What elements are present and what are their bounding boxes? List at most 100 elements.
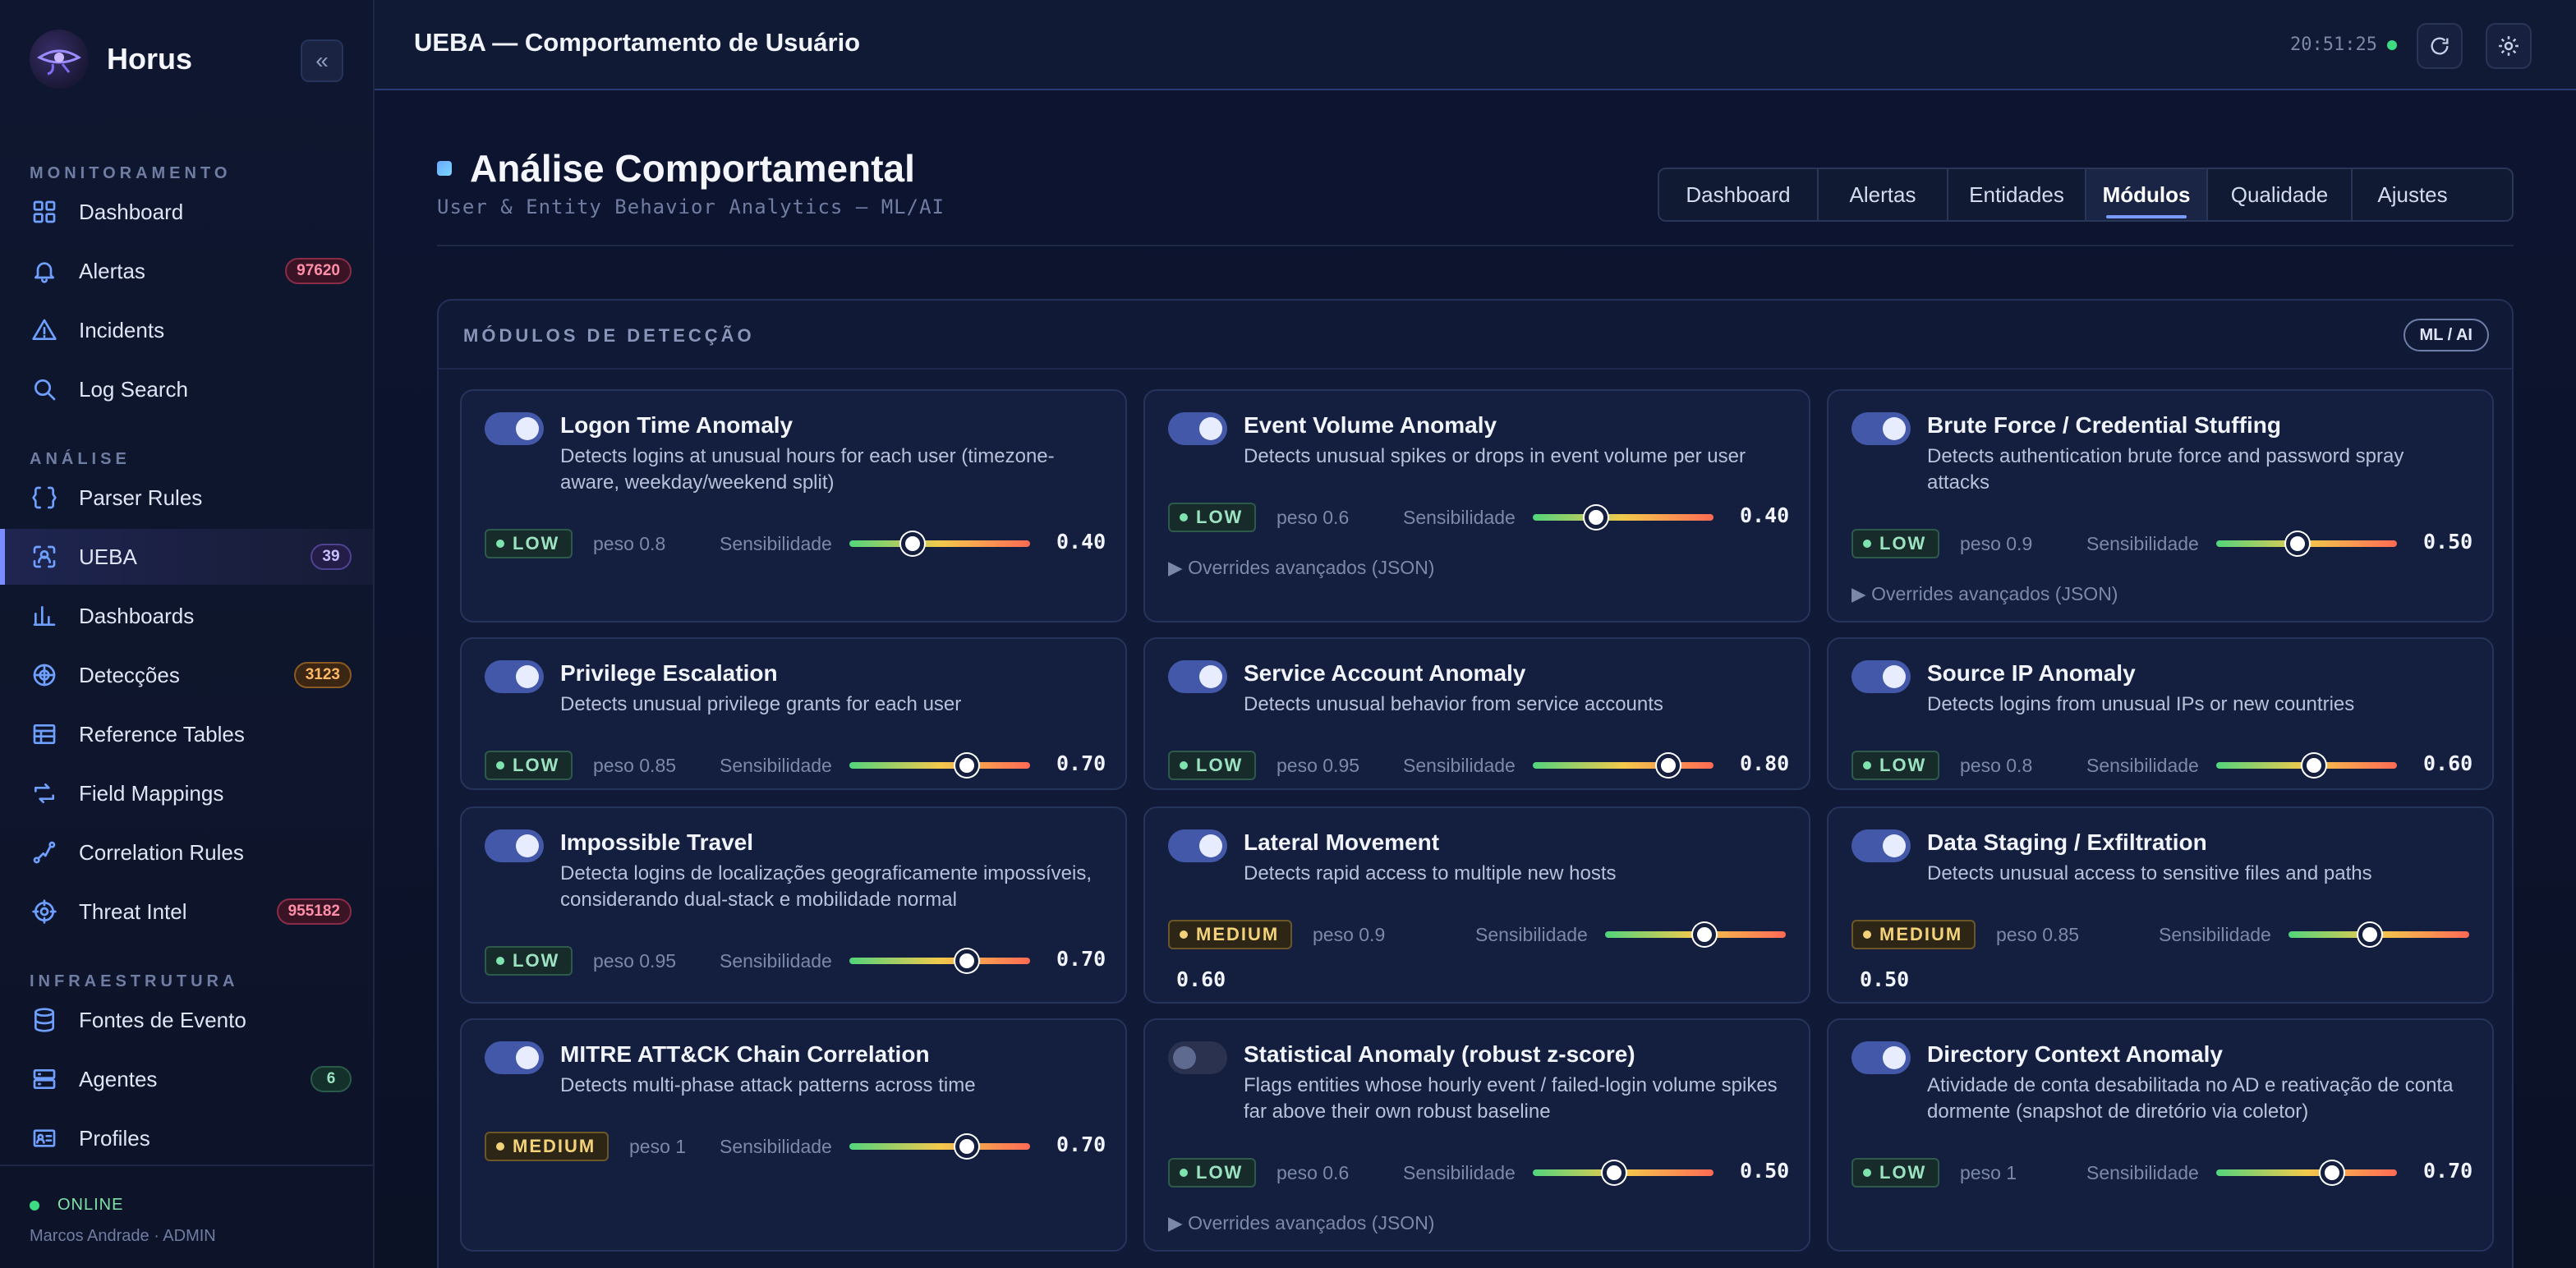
sidebar-item-ueba[interactable]: UEBA 39 xyxy=(0,529,373,585)
severity-badge: LOW xyxy=(1852,1158,1940,1188)
sidebar-section-analise: ANÁLISE xyxy=(30,450,131,468)
sidebar-section-infraestrutura: INFRAESTRUTURA xyxy=(30,972,239,990)
slider-thumb[interactable] xyxy=(2358,923,2381,946)
sensitivity-value: 0.60 xyxy=(1176,967,1226,991)
slider-thumb[interactable] xyxy=(2320,1161,2344,1184)
module-toggle[interactable] xyxy=(485,660,544,693)
sidebar-item-incidents[interactable]: Incidents xyxy=(0,302,373,358)
module-toggle[interactable] xyxy=(1168,829,1227,862)
severity-badge: MEDIUM xyxy=(1168,920,1293,949)
sensitivity-slider[interactable] xyxy=(2288,923,2469,946)
sensitivity-label: Sensibilidade xyxy=(720,950,832,972)
sidebar-item-threat-intel[interactable]: Threat Intel 955182 xyxy=(0,884,373,940)
sidebar-item-field-mappings[interactable]: Field Mappings xyxy=(0,765,373,821)
sidebar-item-alertas[interactable]: Alertas 97620 xyxy=(0,243,373,299)
severity-label: LOW xyxy=(1879,533,1927,554)
sidebar-item-parser-rules[interactable]: Parser Rules xyxy=(0,470,373,526)
sidebar-item-dashboard[interactable]: Dashboard xyxy=(0,184,373,240)
toggle-knob xyxy=(516,665,539,688)
sidebar-item-label: Log Search xyxy=(79,376,188,402)
severity-badge: LOW xyxy=(485,529,573,558)
slider-thumb[interactable] xyxy=(2286,532,2309,555)
sensitivity-slider[interactable] xyxy=(849,532,1030,555)
sensitivity-label: Sensibilidade xyxy=(2086,533,2199,554)
severity-badge: LOW xyxy=(485,751,573,780)
module-toggle[interactable] xyxy=(485,1041,544,1074)
sensitivity-slider[interactable] xyxy=(849,1135,1030,1158)
sensitivity-slider[interactable] xyxy=(1605,923,1786,946)
severity-dot xyxy=(1180,761,1188,770)
slider-thumb[interactable] xyxy=(955,754,978,777)
tab-qualidade[interactable]: Qualidade xyxy=(2208,169,2353,220)
tab-dashboard[interactable]: Dashboard xyxy=(1659,169,1819,220)
advanced-overrides-toggle[interactable]: ▶ Overrides avançados (JSON) xyxy=(1168,1212,1434,1234)
module-toggle[interactable] xyxy=(1852,412,1911,445)
tab-entidades[interactable]: Entidades xyxy=(1948,169,2086,220)
module-toggle[interactable] xyxy=(485,829,544,862)
advanced-overrides-toggle[interactable]: ▶ Overrides avançados (JSON) xyxy=(1168,557,1434,579)
page-tabs: Dashboard Alertas Entidades Módulos Qualidad… xyxy=(1658,168,2514,222)
table-icon xyxy=(30,719,59,749)
severity-label: LOW xyxy=(1196,507,1244,527)
slider-thumb[interactable] xyxy=(901,532,924,555)
slider-thumb[interactable] xyxy=(1585,506,1608,529)
sidebar-item-correlation-rules[interactable]: Correlation Rules xyxy=(0,825,373,880)
collapse-sidebar-button[interactable]: « xyxy=(301,39,343,82)
sensitivity-label: Sensibilidade xyxy=(1403,755,1516,776)
slider-thumb[interactable] xyxy=(955,1135,978,1158)
sensitivity-slider[interactable] xyxy=(2216,532,2397,555)
severity-label: LOW xyxy=(513,950,560,971)
sidebar-item-agentes[interactable]: Agentes 6 xyxy=(0,1051,373,1107)
sidebar-item-label: Alertas xyxy=(79,258,145,283)
sensitivity-slider[interactable] xyxy=(1533,1161,1714,1184)
module-title: Directory Context Anomaly xyxy=(1927,1041,2223,1067)
sidebar-item-fontes-de-evento[interactable]: Fontes de Evento xyxy=(0,992,373,1048)
tab-ajustes[interactable]: Ajustes xyxy=(2353,169,2472,220)
radar-icon xyxy=(30,660,59,690)
sensitivity-slider[interactable] xyxy=(1533,506,1714,529)
topbar: UEBA — Comportamento de Usuário 20:51:25 xyxy=(375,0,2576,90)
module-toggle[interactable] xyxy=(1168,660,1227,693)
sidebar-item-label: Reference Tables xyxy=(79,721,245,747)
count-badge: 955182 xyxy=(276,898,352,925)
severity-label: LOW xyxy=(513,755,560,775)
severity-dot xyxy=(1863,1169,1871,1177)
sidebar-item-deteccoes[interactable]: Detecções 3123 xyxy=(0,647,373,703)
slider-thumb[interactable] xyxy=(1603,1161,1626,1184)
sensitivity-value: 0.80 xyxy=(1740,751,1790,775)
severity-badge: LOW xyxy=(1852,751,1940,780)
module-title: Source IP Anomaly xyxy=(1927,660,2136,686)
severity-badge: LOW xyxy=(1168,503,1257,532)
severity-label: LOW xyxy=(1879,755,1927,775)
sidebar-item-reference-tables[interactable]: Reference Tables xyxy=(0,706,373,762)
refresh-button[interactable] xyxy=(2417,23,2463,69)
sidebar-item-dashboards[interactable]: Dashboards xyxy=(0,588,373,644)
slider-thumb[interactable] xyxy=(1657,754,1680,777)
tab-modulos[interactable]: Módulos xyxy=(2086,169,2208,220)
module-toggle[interactable] xyxy=(485,412,544,445)
sensitivity-slider[interactable] xyxy=(2216,1161,2397,1184)
slider-thumb[interactable] xyxy=(2302,754,2325,777)
sidebar-item-profiles[interactable]: Profiles xyxy=(0,1110,373,1166)
module-card-brute-force-credential-stuffing: Brute Force / Credential Stuffing Detect… xyxy=(1827,389,2494,623)
settings-button[interactable] xyxy=(2486,23,2532,69)
module-weight: peso 1 xyxy=(629,1136,687,1157)
sensitivity-slider[interactable] xyxy=(1533,754,1714,777)
module-toggle[interactable] xyxy=(1168,1041,1227,1074)
slider-thumb[interactable] xyxy=(1693,923,1716,946)
slider-thumb[interactable] xyxy=(955,949,978,972)
sensitivity-slider[interactable] xyxy=(849,754,1030,777)
sensitivity-slider[interactable] xyxy=(2216,754,2397,777)
brand[interactable]: Horus xyxy=(30,30,192,89)
module-toggle[interactable] xyxy=(1168,412,1227,445)
sensitivity-slider[interactable] xyxy=(849,949,1030,972)
bell-icon xyxy=(30,256,59,286)
module-toggle[interactable] xyxy=(1852,660,1911,693)
module-toggle[interactable] xyxy=(1852,1041,1911,1074)
sensitivity-label: Sensibilidade xyxy=(2086,1162,2199,1183)
live-dot xyxy=(2387,40,2397,50)
sidebar-item-log-search[interactable]: Log Search xyxy=(0,361,373,417)
module-toggle[interactable] xyxy=(1852,829,1911,862)
tab-alertas[interactable]: Alertas xyxy=(1819,169,1948,220)
advanced-overrides-toggle[interactable]: ▶ Overrides avançados (JSON) xyxy=(1852,583,2118,605)
